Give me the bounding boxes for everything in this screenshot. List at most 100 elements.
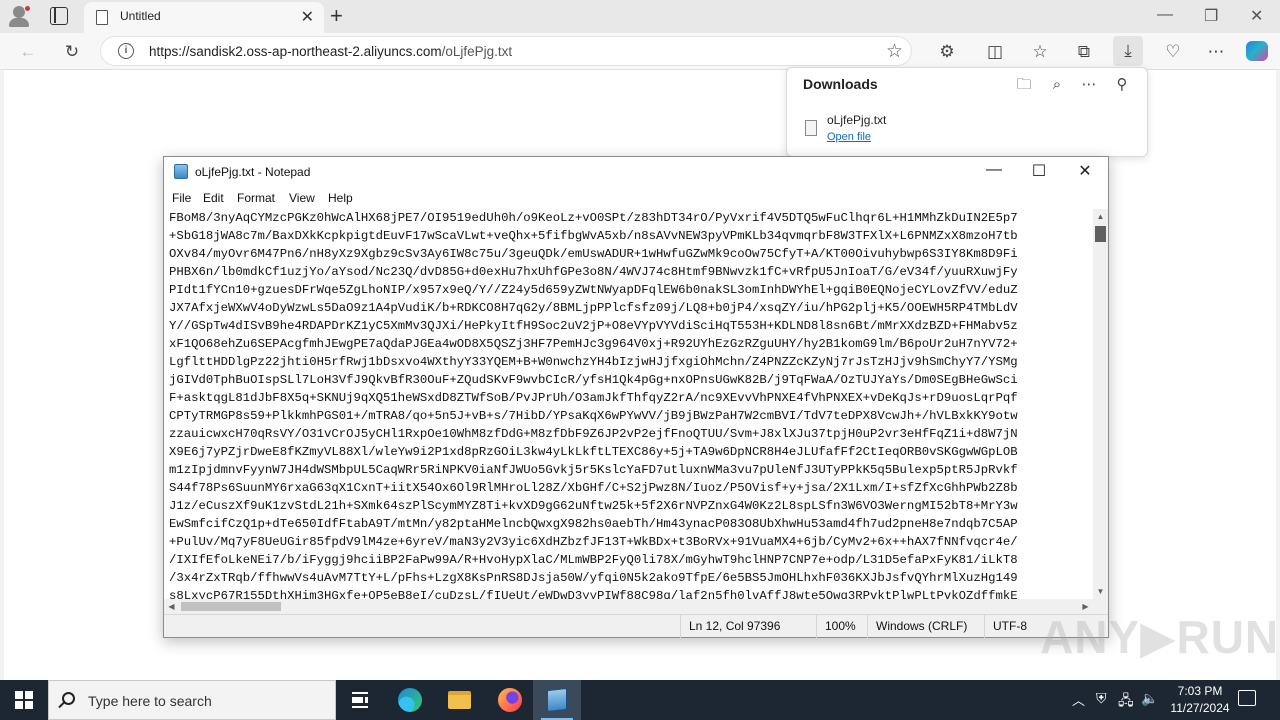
network-icon[interactable]: 🖧	[1118, 690, 1134, 720]
text-line: CPTyTRMGP8s59+PlkkmhPGS01+/mTRA8/qo+5n5J…	[169, 409, 1018, 423]
notepad-maximize-button[interactable]: ☐	[1024, 161, 1054, 181]
browser-tab-active[interactable]: Untitled ✕	[84, 2, 324, 33]
notepad-app-icon	[174, 164, 188, 179]
text-line: S44f78Ps6SuunMY6rxaG63qX1CxnT+iitX54Ox6O…	[169, 481, 1018, 495]
line-ending: Windows (CRLF)	[867, 615, 967, 638]
clock-time: 7:03 PM	[1177, 684, 1223, 698]
file-explorer-icon[interactable]	[448, 691, 471, 709]
taskbar-clock[interactable]: 7:03 PM 11/27/2024	[1160, 683, 1240, 717]
text-line: jGIVd0TphBuOIspSLl7LoH3VfJ9QkvBfR30OuF+Z…	[169, 373, 1018, 387]
text-line: +SbG18jWA8c7m/BaxDXkKcpkpigtdEuvF17wScaV…	[169, 229, 1018, 243]
scroll-left-arrow-icon[interactable]: ◀	[164, 599, 179, 614]
settings-more-icon[interactable]: ⋯	[1204, 40, 1228, 64]
text-line: J1z/eCuszXf9uK1zvStdL21h+SXmk64szPlScymM…	[169, 499, 1018, 513]
downloads-icon[interactable]: ⤓	[1113, 36, 1143, 66]
text-line: X9E6j7yPZjrDweE8fKZmyVL88Xl/wleYw9i2P1xd…	[169, 445, 1018, 459]
close-window-button[interactable]: ✕	[1250, 6, 1263, 26]
extensions-icon[interactable]: ⚙	[935, 40, 959, 64]
text-line: /3x4rZxTRqb/ffhwwVs4uAvM7TtY+L/pFhs+LzgX…	[169, 571, 1018, 585]
browser-tab-strip: Untitled ✕ + — ❐ ✕	[0, 0, 1280, 33]
collections-icon[interactable]: ⧉	[1072, 40, 1096, 64]
scroll-up-arrow-icon[interactable]: ▲	[1093, 209, 1108, 224]
copilot-icon[interactable]	[1246, 41, 1268, 61]
browser-essentials-icon[interactable]: ♡	[1161, 40, 1185, 64]
split-screen-icon[interactable]: ◫	[983, 40, 1007, 64]
notepad-window-title: oLjfePjg.txt - Notepad	[195, 165, 311, 179]
notepad-taskbar-button[interactable]	[533, 680, 581, 720]
text-line: +PulUv/Mq7yF8UeUGir85fpdV9lM4ze+6yreV/ma…	[169, 535, 1018, 549]
notepad-close-button[interactable]: ✕	[1070, 161, 1100, 181]
url-text[interactable]: https://sandisk2.oss-ap-northeast-2.aliy…	[149, 44, 512, 59]
notepad-icon	[547, 687, 567, 713]
menu-file[interactable]: File	[172, 191, 191, 205]
file-icon	[805, 120, 817, 136]
tab-actions-icon[interactable]	[50, 7, 68, 25]
search-icon[interactable]: ⌕	[1046, 74, 1068, 96]
text-line: zzauicwxcH70qRsVY/O31vCrOJ5yCHl1RxpOe10W…	[169, 427, 1018, 441]
horizontal-scroll-thumb[interactable]	[181, 602, 281, 611]
taskbar: Type here to search ︿ ⛨ 🖧 🔈 7:03 PM 11/2…	[0, 680, 1280, 720]
task-view-icon[interactable]	[352, 692, 368, 708]
text-line: s8LxycP67R155DthXHim3HGxfe+OP5eB8eI/cuDz…	[169, 589, 1018, 599]
clock-date: 11/27/2024	[1170, 701, 1230, 715]
text-line: FBoM8/3nyAqCYMzcPGKz0hWcAlHX68jPE7/OI951…	[169, 211, 1018, 225]
vertical-scrollbar[interactable]: ▲ ▼	[1093, 209, 1108, 599]
start-button[interactable]	[0, 680, 48, 720]
anyrun-watermark: ANY▶RUN	[1040, 611, 1280, 663]
horizontal-scrollbar[interactable]: ◀ ▶	[164, 599, 1093, 614]
notifications-icon[interactable]	[1238, 690, 1256, 706]
back-arrow-icon[interactable]: ←	[16, 40, 40, 64]
notepad-status-bar: Ln 12, Col 97396 100% Windows (CRLF) UTF…	[164, 614, 1108, 638]
restore-button[interactable]: ❐	[1204, 6, 1218, 26]
security-icon[interactable]: ⛨	[1096, 690, 1107, 720]
tab-title: Untitled	[120, 9, 161, 23]
refresh-icon[interactable]: ↻	[60, 40, 84, 64]
firefox-icon[interactable]	[498, 688, 522, 712]
text-line: /IXIfEfoLkeNEi7/b/iFyggj9hciiBP2FaPw99A/…	[169, 553, 1018, 567]
notepad-menu-bar: File Edit Format View Help	[164, 187, 1108, 209]
notepad-window: oLjfePjg.txt - Notepad — ☐ ✕ File Edit F…	[163, 156, 1109, 638]
text-line: LgflttHDDlgPz22jhti0H5rfRwj1bDsxvo4WXthy…	[169, 355, 1018, 369]
vertical-scroll-thumb[interactable]	[1095, 226, 1106, 242]
taskbar-search-box[interactable]: Type here to search	[48, 680, 336, 720]
notepad-text-area[interactable]: FBoM8/3nyAqCYMzcPGKz0hWcAlHX68jPE7/OI951…	[164, 209, 1093, 599]
open-folder-icon[interactable]: 🗀	[1013, 74, 1035, 96]
pin-icon[interactable]: ⚲	[1111, 74, 1133, 96]
volume-icon[interactable]: 🔈	[1141, 690, 1158, 720]
new-tab-button[interactable]: +	[330, 3, 343, 29]
text-line: PIdt1fYCn10+gzuesDFrWqe5ZgLhoNIP/x957x9e…	[169, 283, 1018, 297]
notepad-minimize-button[interactable]: —	[979, 161, 1009, 179]
text-line: JX7AfxjeWXwV4oDyWzwLs5DaO9z1A4pVudiK/b+R…	[169, 301, 1018, 315]
text-line: F+asktqgL81dJbF8X5q+SKNUj9qXQ51heWSxdD8Z…	[169, 391, 1018, 405]
page-icon	[96, 10, 108, 25]
browser-toolbar: ← ↻ i https://sandisk2.oss-ap-northeast-…	[0, 33, 1280, 70]
menu-format[interactable]: Format	[237, 191, 275, 205]
minimize-button[interactable]: —	[1157, 6, 1173, 24]
downloads-title: Downloads	[803, 76, 878, 92]
address-bar[interactable]: i https://sandisk2.oss-ap-northeast-2.al…	[100, 36, 912, 66]
text-line: EwSmfcifCzQ1p+dTe650IdfFtabA9T/mtMn/y82p…	[169, 517, 1018, 531]
text-line: PHBX6n/lb0mdkCf1uzjYo/aYsod/Nc23Q/dvD85G…	[169, 265, 1018, 279]
encoding: UTF-8	[984, 615, 1027, 638]
open-file-link[interactable]: Open file	[827, 131, 871, 143]
cursor-position: Ln 12, Col 97396	[680, 615, 780, 638]
menu-help[interactable]: Help	[328, 191, 353, 205]
favorite-star-icon[interactable]: ☆	[886, 40, 903, 63]
search-icon	[62, 692, 75, 705]
text-line: xF1QO68ehZu6SEPAcgfmhJEwgPE7aQdaPJGEa4wO…	[169, 337, 1018, 351]
menu-view[interactable]: View	[289, 191, 315, 205]
download-file-name[interactable]: oLjfePjg.txt	[827, 113, 886, 127]
scroll-down-arrow-icon[interactable]: ▼	[1093, 584, 1108, 599]
notepad-title-bar[interactable]: oLjfePjg.txt - Notepad — ☐ ✕	[164, 157, 1108, 187]
site-info-icon[interactable]: i	[118, 43, 134, 59]
downloads-panel: Downloads 🗀 ⌕ ⋯ ⚲ oLjfePjg.txt Open file	[786, 67, 1148, 157]
profile-avatar-icon[interactable]	[8, 5, 32, 27]
text-line: OXv84/myOvr6M47Pn6/nH8yXz9Xgbz9cSv3Ay6IW…	[169, 247, 1018, 261]
tab-close-icon[interactable]: ✕	[301, 7, 314, 27]
show-hidden-icons-chevron-icon[interactable]: ︿	[1072, 690, 1085, 720]
more-options-icon[interactable]: ⋯	[1078, 74, 1100, 96]
edge-browser-icon[interactable]	[398, 688, 422, 712]
favorites-icon[interactable]: ☆	[1028, 40, 1052, 64]
zoom-level: 100%	[816, 615, 856, 638]
menu-edit[interactable]: Edit	[203, 191, 224, 205]
